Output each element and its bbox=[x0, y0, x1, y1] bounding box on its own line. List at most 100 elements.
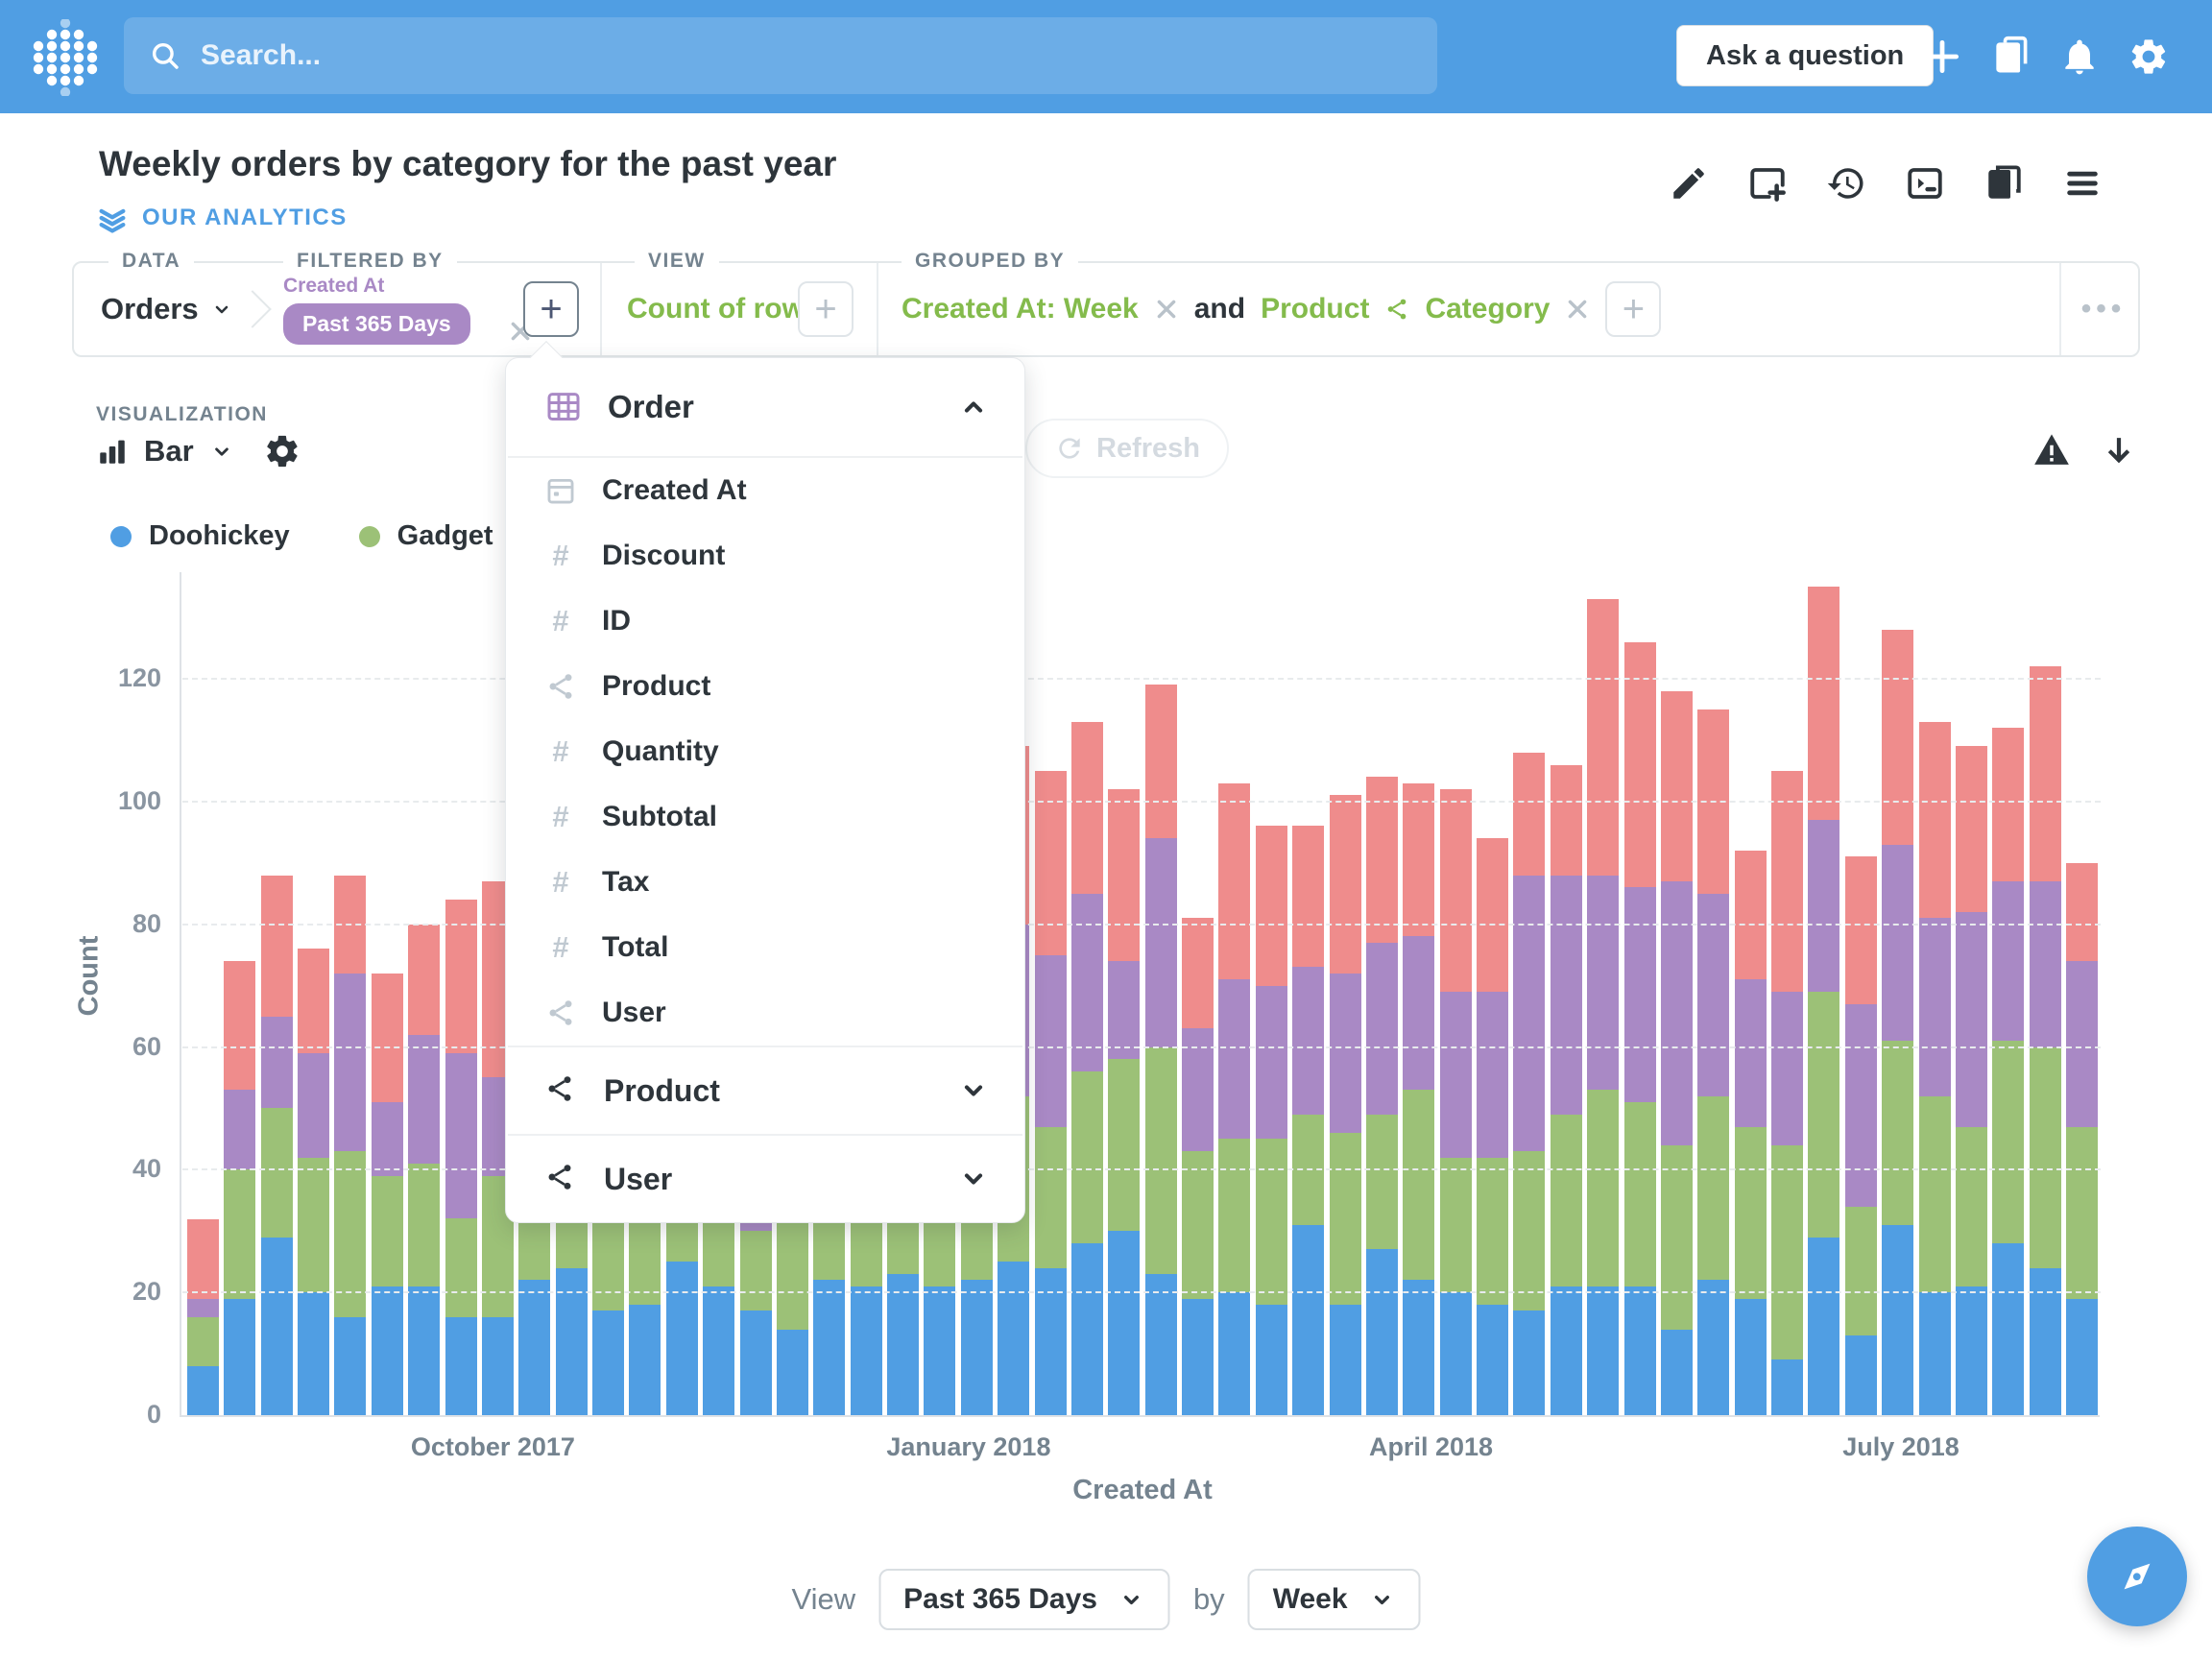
segment-gadget bbox=[1882, 1041, 1914, 1225]
bar-week-6[interactable] bbox=[371, 973, 403, 1415]
bar-week-38[interactable] bbox=[1550, 764, 1582, 1415]
related-table-user[interactable]: User bbox=[506, 1136, 1024, 1222]
fk-icon bbox=[544, 1073, 579, 1108]
field-label: Quantity bbox=[602, 735, 719, 767]
segment-doohickey bbox=[555, 1267, 588, 1415]
bar-week-5[interactable] bbox=[334, 875, 367, 1415]
group-by-first[interactable]: Created At: Week bbox=[902, 293, 1139, 325]
refresh-label: Refresh bbox=[1096, 432, 1200, 464]
history-icon[interactable] bbox=[1826, 163, 1866, 204]
bar-week-27[interactable] bbox=[1144, 685, 1177, 1415]
segment-doohickey bbox=[481, 1316, 514, 1415]
download-icon[interactable] bbox=[2099, 432, 2139, 472]
add-group-by-button[interactable]: + bbox=[1605, 281, 1662, 337]
segment-gadget bbox=[224, 1169, 256, 1299]
chevron-up-icon[interactable] bbox=[957, 391, 990, 423]
bar-week-46[interactable] bbox=[1844, 856, 1877, 1415]
bar-week-31[interactable] bbox=[1292, 826, 1325, 1415]
legend-item-doohickey[interactable]: Doohickey bbox=[110, 520, 290, 552]
notifications-bell-icon[interactable] bbox=[2058, 36, 2101, 78]
bar-week-43[interactable] bbox=[1734, 851, 1767, 1415]
bar-week-4[interactable] bbox=[298, 949, 330, 1415]
bar-week-47[interactable] bbox=[1882, 629, 1914, 1415]
add-aggregation-button[interactable]: + bbox=[798, 281, 854, 337]
segment-widget bbox=[1255, 826, 1287, 986]
segment-gizmo bbox=[1144, 838, 1177, 1047]
refresh-button[interactable]: Refresh bbox=[1025, 419, 1229, 478]
bar-week-51[interactable] bbox=[2029, 666, 2061, 1415]
metabase-logo[interactable] bbox=[27, 19, 104, 96]
field-item-user[interactable]: User bbox=[506, 980, 1024, 1046]
remove-group-by-icon[interactable] bbox=[1154, 297, 1179, 322]
add-filter-button[interactable]: + bbox=[523, 281, 579, 337]
settings-gear-icon[interactable] bbox=[2128, 36, 2170, 78]
bar-week-32[interactable] bbox=[1329, 795, 1361, 1415]
field-item-subtotal[interactable]: # Subtotal bbox=[506, 784, 1024, 850]
field-item-id[interactable]: # ID bbox=[506, 589, 1024, 654]
bar-week-40[interactable] bbox=[1623, 641, 1656, 1415]
segment-doohickey bbox=[1918, 1292, 1951, 1415]
bar-week-2[interactable] bbox=[224, 961, 256, 1415]
warning-icon[interactable] bbox=[2032, 430, 2072, 470]
bar-week-37[interactable] bbox=[1513, 752, 1546, 1415]
bar-week-28[interactable] bbox=[1182, 918, 1214, 1415]
divider bbox=[600, 263, 602, 355]
granularity-value: Week bbox=[1272, 1583, 1348, 1615]
bar-week-30[interactable] bbox=[1255, 826, 1287, 1415]
visualization-type-picker[interactable]: Bar bbox=[144, 434, 194, 469]
bar-week-49[interactable] bbox=[1955, 746, 1987, 1415]
group-by-table[interactable]: Product bbox=[1261, 293, 1369, 325]
granularity-select[interactable]: Week bbox=[1247, 1569, 1421, 1630]
more-options-button[interactable]: ••• bbox=[2073, 263, 2134, 355]
bar-week-35[interactable] bbox=[1439, 789, 1472, 1415]
bar-week-44[interactable] bbox=[1771, 770, 1804, 1415]
visualization-settings-gear-icon[interactable] bbox=[263, 432, 301, 470]
filter-widget: Created At Past 365 Days bbox=[283, 275, 470, 345]
reference-book-icon[interactable] bbox=[1989, 36, 2032, 78]
field-item-quantity[interactable]: # Quantity bbox=[506, 719, 1024, 784]
bar-week-29[interactable] bbox=[1218, 782, 1251, 1415]
bar-week-1[interactable] bbox=[187, 1218, 219, 1415]
field-item-product[interactable]: Product bbox=[506, 654, 1024, 719]
field-item-total[interactable]: # Total bbox=[506, 915, 1024, 980]
menu-hamburger-icon[interactable] bbox=[2062, 163, 2103, 204]
add-to-dashboard-icon[interactable] bbox=[1747, 163, 1788, 204]
bar-week-34[interactable] bbox=[1403, 782, 1435, 1415]
segment-gadget bbox=[1255, 1139, 1287, 1305]
related-table-product[interactable]: Product bbox=[506, 1047, 1024, 1134]
new-question-plus-icon[interactable] bbox=[1921, 36, 1963, 78]
bar-week-8[interactable] bbox=[445, 900, 477, 1415]
field-item-tax[interactable]: # Tax bbox=[506, 850, 1024, 915]
remove-group-by-icon[interactable] bbox=[1565, 297, 1590, 322]
group-by-field[interactable]: Category bbox=[1425, 293, 1550, 325]
explore-compass-button[interactable] bbox=[2087, 1527, 2187, 1626]
search-input[interactable] bbox=[201, 39, 1412, 72]
bar-week-24[interactable] bbox=[1034, 770, 1067, 1415]
notebook-icon[interactable] bbox=[1984, 163, 2024, 204]
view-sql-icon[interactable] bbox=[1905, 163, 1945, 204]
filter-value-pill[interactable]: Past 365 Days bbox=[283, 303, 470, 345]
segment-gizmo bbox=[1218, 979, 1251, 1140]
aggregation[interactable]: Count of rows bbox=[627, 293, 821, 325]
bar-week-42[interactable] bbox=[1697, 709, 1730, 1415]
edit-pencil-icon[interactable] bbox=[1669, 163, 1709, 204]
table-header-order[interactable]: Order bbox=[506, 358, 1024, 456]
chevron-down-icon[interactable] bbox=[209, 439, 234, 464]
field-item-discount[interactable]: # Discount bbox=[506, 523, 1024, 589]
bar-week-48[interactable] bbox=[1918, 721, 1951, 1415]
data-source-picker[interactable]: Orders bbox=[101, 263, 233, 355]
bar-week-3[interactable] bbox=[260, 875, 293, 1415]
bar-week-33[interactable] bbox=[1365, 777, 1398, 1415]
breadcrumb[interactable]: OUR ANALYTICS bbox=[96, 202, 348, 234]
bar-week-52[interactable] bbox=[2066, 862, 2098, 1415]
legend-item-gadget[interactable]: Gadget bbox=[358, 520, 493, 552]
ask-question-button[interactable]: Ask a question bbox=[1676, 25, 1935, 86]
range-select[interactable]: Past 365 Days bbox=[878, 1569, 1170, 1630]
y-tick-label: 20 bbox=[132, 1277, 161, 1307]
segment-widget bbox=[1771, 770, 1804, 992]
bar-week-50[interactable] bbox=[1992, 728, 2025, 1415]
bar-week-25[interactable] bbox=[1070, 721, 1103, 1415]
bar-week-26[interactable] bbox=[1108, 789, 1141, 1415]
field-item-created-at[interactable]: Created At bbox=[506, 458, 1024, 523]
search-bar[interactable] bbox=[124, 17, 1437, 94]
